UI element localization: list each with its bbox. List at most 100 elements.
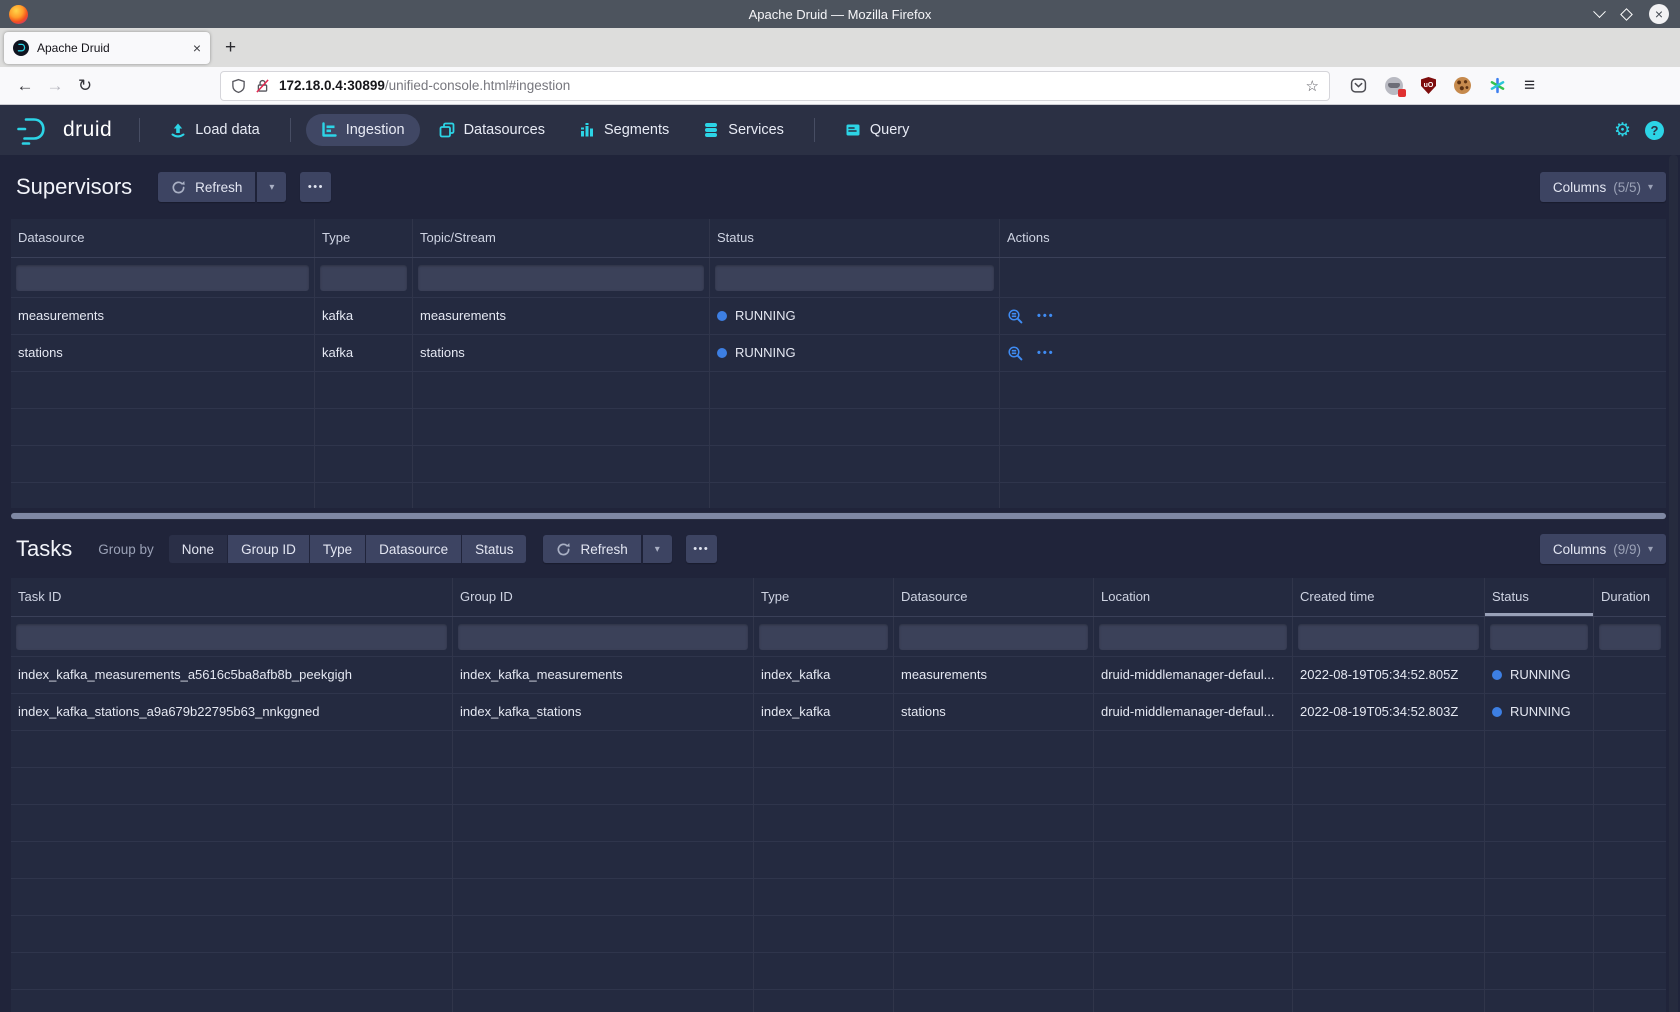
cell-topic: measurements (413, 298, 710, 334)
supervisors-refresh-button[interactable]: Refresh (158, 172, 255, 202)
col-header-duration[interactable]: Duration (1594, 578, 1666, 616)
col-header-type[interactable]: Type (315, 219, 413, 257)
cookie-extension-icon[interactable] (1454, 77, 1471, 94)
ellipsis-icon: ••• (693, 543, 709, 555)
inspect-magnifier-icon[interactable] (1007, 308, 1024, 325)
nav-item-datasources[interactable]: Datasources (424, 114, 560, 146)
gantt-chart-icon (321, 122, 337, 138)
columns-label: Columns (1553, 542, 1606, 557)
help-icon[interactable]: ? (1645, 121, 1664, 140)
supervisors-more-button[interactable]: ••• (300, 172, 331, 202)
vertical-scrollbar[interactable] (1669, 155, 1678, 1012)
forward-button[interactable]: → (40, 76, 70, 96)
druid-console: druid Load data Ingestion Datasources Se… (0, 105, 1680, 1012)
group-by-status-button[interactable]: Status (462, 535, 526, 563)
empty-row (11, 990, 1666, 1012)
supervisors-columns-button[interactable]: Columns (5/5) ▾ (1540, 172, 1666, 202)
cell-task-id: index_kafka_measurements_a5616c5ba8afb8b… (11, 657, 453, 693)
location-filter-input[interactable] (1099, 624, 1287, 650)
minimize-window-icon[interactable] (1593, 5, 1606, 18)
reload-button[interactable]: ↻ (70, 76, 100, 96)
restore-window-icon[interactable] (1620, 8, 1633, 21)
col-header-datasource[interactable]: Datasource (894, 578, 1094, 616)
tasks-more-button[interactable]: ••• (686, 535, 717, 563)
tasks-refresh-dropdown[interactable]: ▾ (643, 535, 672, 563)
tasks-refresh-button[interactable]: Refresh (543, 535, 640, 563)
url-bar[interactable]: 172.18.0.4:30899/unified-console.html#in… (220, 71, 1330, 101)
running-dot-icon (1492, 670, 1502, 680)
type-filter-input[interactable] (320, 265, 407, 291)
settings-gear-icon[interactable]: ⚙ (1614, 119, 1631, 142)
container-asterisk-icon[interactable] (1489, 77, 1506, 94)
tab-close-icon[interactable]: × (193, 40, 201, 56)
nav-item-label: Services (728, 122, 784, 138)
back-button[interactable]: ← (10, 76, 40, 96)
col-header-datasource[interactable]: Datasource (11, 219, 315, 257)
topic-filter-input[interactable] (418, 265, 704, 291)
group-by-none-button[interactable]: None (169, 535, 227, 563)
supervisors-refresh-dropdown[interactable]: ▾ (257, 172, 286, 202)
group-by-group-id-button[interactable]: Group ID (228, 535, 309, 563)
empty-row (11, 768, 1666, 805)
task-id-filter-input[interactable] (16, 624, 447, 650)
columns-count: (9/9) (1613, 542, 1641, 557)
created-time-filter-input[interactable] (1298, 624, 1479, 650)
datasource-filter-input[interactable] (899, 624, 1088, 650)
browser-tab[interactable]: Apache Druid × (4, 32, 210, 64)
task-row[interactable]: index_kafka_measurements_a5616c5ba8afb8b… (11, 657, 1666, 694)
col-header-topic-stream[interactable]: Topic/Stream (413, 219, 710, 257)
url-text[interactable]: 172.18.0.4:30899/unified-console.html#in… (279, 78, 1297, 93)
url-path: /unified-console.html#ingestion (385, 78, 570, 93)
supervisor-row[interactable]: stations kafka stations RUNNING ••• (11, 335, 1666, 372)
druid-logo[interactable]: druid (16, 115, 112, 145)
duration-filter-input[interactable] (1599, 624, 1661, 650)
privacy-extension-icon[interactable] (1385, 77, 1403, 95)
col-header-status[interactable]: Status (710, 219, 1000, 257)
group-by-datasource-button[interactable]: Datasource (366, 535, 461, 563)
hamburger-menu-icon[interactable]: ≡ (1524, 75, 1535, 97)
nav-item-services[interactable]: Services (688, 114, 799, 146)
empty-row (11, 805, 1666, 842)
supervisors-rows: measurements kafka measurements RUNNING … (11, 298, 1666, 508)
col-header-task-id[interactable]: Task ID (11, 578, 453, 616)
nav-divider (290, 118, 291, 142)
close-window-icon[interactable]: × (1649, 4, 1669, 24)
supervisor-row[interactable]: measurements kafka measurements RUNNING … (11, 298, 1666, 335)
type-filter-input[interactable] (759, 624, 888, 650)
status-filter-input[interactable] (1490, 624, 1588, 650)
nav-divider (139, 118, 140, 142)
group-by-type-button[interactable]: Type (310, 535, 365, 563)
ublock-origin-icon[interactable]: uO (1421, 77, 1436, 94)
insecure-lock-icon[interactable] (255, 78, 270, 94)
inspect-magnifier-icon[interactable] (1007, 345, 1024, 362)
group-by-label: Group by (98, 542, 154, 557)
nav-item-ingestion[interactable]: Ingestion (306, 114, 420, 146)
browser-toolbar: ← → ↻ 172.18.0.4:30899/unified-console.h… (0, 67, 1680, 105)
cell-type: index_kafka (754, 694, 894, 730)
scrollbar-thumb[interactable] (11, 513, 1666, 519)
cell-datasource: stations (11, 335, 315, 371)
col-header-type[interactable]: Type (754, 578, 894, 616)
bookmark-star-icon[interactable]: ☆ (1306, 77, 1319, 95)
datasource-filter-input[interactable] (16, 265, 309, 291)
nav-item-load-data[interactable]: Load data (155, 114, 275, 146)
nav-divider (814, 118, 815, 142)
empty-row (11, 953, 1666, 990)
col-header-status-sorted[interactable]: Status (1485, 578, 1594, 616)
col-header-group-id[interactable]: Group ID (453, 578, 754, 616)
tracking-shield-icon[interactable] (231, 78, 246, 94)
tasks-columns-button[interactable]: Columns (9/9) ▾ (1540, 534, 1666, 564)
status-filter-input[interactable] (715, 265, 994, 291)
nav-item-segments[interactable]: Segments (564, 114, 684, 146)
pocket-icon[interactable] (1350, 77, 1367, 94)
nav-item-query[interactable]: Query (830, 114, 925, 146)
task-row[interactable]: index_kafka_stations_a9a679b22795b63_nnk… (11, 694, 1666, 731)
nav-item-label: Segments (604, 122, 669, 138)
group-id-filter-input[interactable] (458, 624, 748, 650)
new-tab-button[interactable]: + (225, 37, 236, 59)
col-header-created-time[interactable]: Created time (1293, 578, 1485, 616)
row-actions-more-icon[interactable]: ••• (1037, 335, 1055, 371)
cell-location: druid-middlemanager-defaul... (1094, 694, 1293, 730)
row-actions-more-icon[interactable]: ••• (1037, 298, 1055, 334)
col-header-location[interactable]: Location (1094, 578, 1293, 616)
